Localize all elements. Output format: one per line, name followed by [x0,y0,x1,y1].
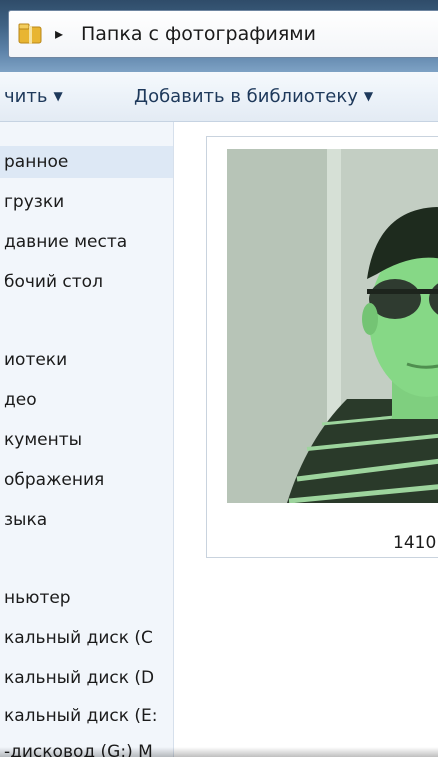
folder-icon [18,23,42,44]
photo-file-item[interactable]: 1410 [206,136,438,558]
address-bar[interactable]: ▸ Папка с фотографиями [8,10,438,58]
file-view: 1410 [174,122,438,757]
file-name-label: 1410 [393,533,437,553]
chevron-down-icon: ▼ [53,89,63,103]
nav-item-drive-c[interactable]: кальный диск (C [0,622,173,654]
command-bar: чить ▼ Добавить в библиотеку ▼ [0,72,438,122]
nav-item-libraries[interactable]: иотеки [0,344,173,376]
explorer-window: ▸ Папка с фотографиями чить ▼ Добавить в … [0,0,438,757]
chevron-down-icon: ▼ [363,89,374,103]
nav-item-desktop[interactable]: бочий стол [0,266,173,298]
nav-item-computer[interactable]: ньютер [0,582,173,614]
nav-item-music[interactable]: зыка [0,504,173,536]
photo-thumbnail [227,149,438,503]
breadcrumb-current-folder[interactable]: Папка с фотографиями [81,23,316,45]
nav-item-drive-d[interactable]: кальный диск (D [0,662,173,694]
add-to-library-button[interactable]: Добавить в библиотеку ▼ [134,84,373,109]
breadcrumb-arrow-icon[interactable]: ▸ [55,23,63,45]
navigation-pane: ранное грузки давние места бочий стол ио… [0,122,174,757]
nav-item-favorites[interactable]: ранное [0,146,173,178]
nav-item-recent-places[interactable]: давние места [0,226,173,258]
organize-button[interactable]: чить ▼ [4,84,63,109]
nav-item-videos[interactable]: део [0,384,173,416]
nav-item-documents[interactable]: кументы [0,424,173,456]
title-bar: ▸ Папка с фотографиями [0,0,438,72]
nav-item-drive-e[interactable]: кальный диск (E: [0,700,173,732]
organize-button-label: чить [4,86,48,107]
add-to-library-label: Добавить в библиотеку [134,86,358,107]
portrait-image [227,149,438,503]
nav-item-pictures[interactable]: ображения [0,464,173,496]
nav-item-downloads[interactable]: грузки [0,186,173,218]
window-edge-shadow [0,747,438,757]
